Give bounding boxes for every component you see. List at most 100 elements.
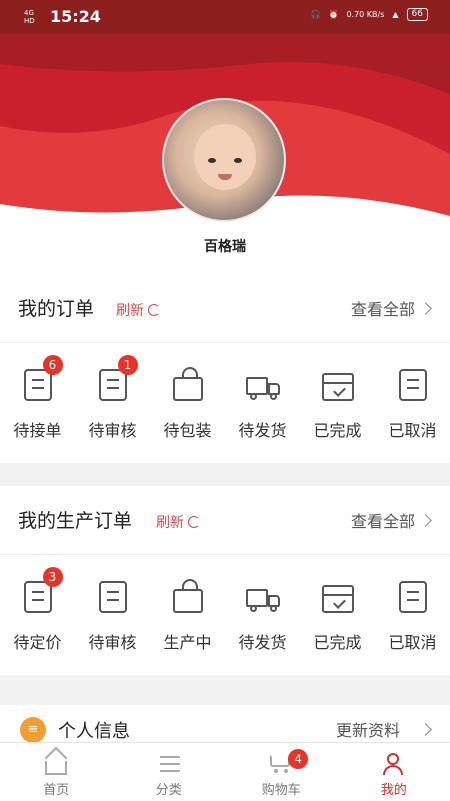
order-status-pending-ship[interactable]: 待发货 [225,343,300,463]
status-label: 待定价 [13,629,61,653]
profile-header: 百格瑞 [0,34,450,274]
tab-label: 我的 [381,779,407,798]
icon-wrap: 4 [268,751,294,775]
wifi-icon: ▲ [392,10,398,19]
production-orders-card: 我的生产订单 刷新 查看全部 3 待定价 待审核 生产中 [0,486,450,675]
status-label: 已取消 [388,417,436,441]
icon-wrap [171,581,205,615]
chevron-right-icon [419,514,432,527]
truck-icon [246,377,280,399]
icon-wrap [321,581,355,615]
truck-icon [246,589,280,611]
count-badge: 1 [118,355,138,375]
icon-wrap [396,369,430,403]
alarm-icon: ⏰ [328,10,338,19]
order-status-cancelled[interactable]: 已取消 [375,343,450,463]
refresh-label: 刷新 [156,512,184,532]
battery-level: 66 [407,8,428,21]
status-time: 15:24 [50,7,101,26]
status-label: 待审核 [88,417,136,441]
cart-icon [270,755,290,767]
list-icon [156,751,182,775]
avatar-mouth [218,174,232,180]
count-badge: 6 [43,355,63,375]
icon-wrap [321,369,355,403]
avatar-eye [208,158,216,163]
icon-wrap [396,581,430,615]
status-label: 已完成 [313,417,361,441]
production-orders-header: 我的生产订单 刷新 查看全部 [0,486,450,555]
orders-header: 我的订单 刷新 查看全部 [0,274,450,343]
home-icon [45,761,67,775]
status-label: 生产中 [163,629,211,653]
production-view-all-link[interactable]: 查看全部 [351,508,430,532]
production-status-pending-price[interactable]: 3 待定价 [0,555,75,675]
orders-refresh-button[interactable]: 刷新 [116,300,160,320]
refresh-icon [188,516,200,528]
icon-wrap [96,581,130,615]
bag-icon [173,589,203,613]
status-label: 已取消 [388,629,436,653]
production-orders-title: 我的生产订单 [18,506,132,533]
production-status-row: 3 待定价 待审核 生产中 待发货 [0,555,450,675]
order-status-pending-review[interactable]: 1 待审核 [75,343,150,463]
cancel-doc-icon [399,369,427,401]
view-all-label: 查看全部 [351,296,415,320]
tab-cart[interactable]: 4 购物车 [225,743,338,801]
bag-icon [173,377,203,401]
icon-wrap [43,751,69,775]
status-bar: 4G HD 15:24 🎧 ⏰ 0.70 KB/s ▲ 66 [0,0,450,34]
icon-wrap: 3 [21,581,55,615]
profile-info-icon: ≡ [20,717,46,743]
order-status-pending-pack[interactable]: 待包装 [150,343,225,463]
icon-wrap: 1 [96,369,130,403]
order-status-pending-accept[interactable]: 6 待接单 [0,343,75,463]
tab-mine[interactable]: 我的 [338,743,450,801]
icon-wrap: 6 [21,369,55,403]
count-badge: 3 [43,567,63,587]
icon-wrap [246,581,280,615]
cart-count-badge: 4 [288,749,308,769]
network-indicator: 4G HD [24,9,35,25]
icon-wrap [246,369,280,403]
orders-card: 我的订单 刷新 查看全部 6 待接单 1 待审核 [0,274,450,463]
production-status-completed[interactable]: 已完成 [300,555,375,675]
status-label: 待包装 [163,417,211,441]
orders-view-all-link[interactable]: 查看全部 [351,296,430,320]
cancel-doc-icon [399,581,427,613]
headphone-icon: 🎧 [311,10,321,19]
update-profile-link[interactable]: 更新资料 [336,717,400,741]
view-all-label: 查看全部 [351,508,415,532]
tab-home[interactable]: 首页 [0,743,113,801]
production-status-in-production[interactable]: 生产中 [150,555,225,675]
icon-wrap [171,369,205,403]
production-refresh-button[interactable]: 刷新 [156,512,200,532]
refresh-label: 刷新 [116,300,144,320]
tab-category[interactable]: 分类 [113,743,226,801]
username: 百格瑞 [0,236,450,256]
refresh-icon [148,304,160,316]
tab-label: 分类 [156,779,182,798]
review-doc-icon [99,581,127,613]
avatar-eye [234,158,242,163]
status-label: 待接单 [13,417,61,441]
chevron-right-icon [419,302,432,315]
orders-status-row: 6 待接单 1 待审核 待包装 待发货 [0,343,450,463]
status-label: 待发货 [238,417,286,441]
orders-title: 我的订单 [18,294,94,321]
tab-label: 购物车 [262,779,301,798]
bottom-tab-bar: 首页 分类 4 购物车 我的 [0,742,450,801]
production-status-pending-review[interactable]: 待审核 [75,555,150,675]
user-icon [381,751,407,775]
production-status-cancelled[interactable]: 已取消 [375,555,450,675]
tab-label: 首页 [43,779,69,798]
avatar[interactable] [162,98,286,222]
personal-info-row[interactable]: ≡ 个人信息 更新资料 [0,705,450,745]
production-status-pending-ship[interactable]: 待发货 [225,555,300,675]
box-check-icon [322,585,354,613]
chevron-right-icon [419,723,432,736]
status-label: 已完成 [313,629,361,653]
network-speed: 0.70 KB/s [346,10,384,19]
status-label: 待审核 [88,629,136,653]
order-status-completed[interactable]: 已完成 [300,343,375,463]
